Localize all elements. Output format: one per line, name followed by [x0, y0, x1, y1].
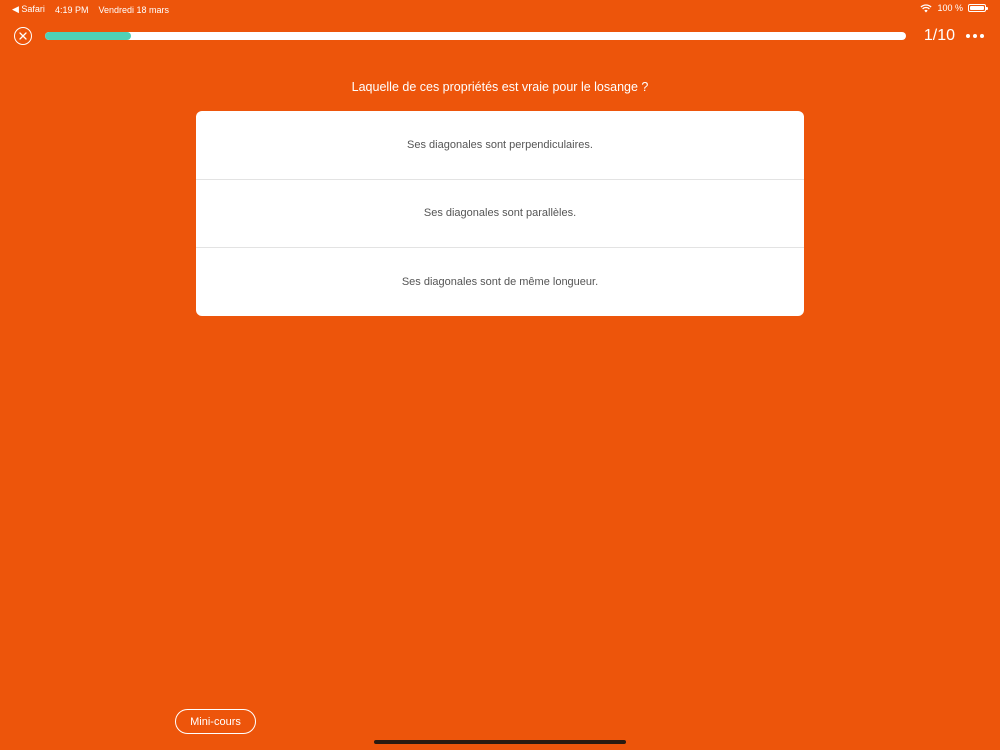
status-date: Vendredi 18 mars	[98, 4, 170, 15]
status-time: 4:19 PM	[54, 4, 89, 15]
more-icon	[980, 34, 984, 38]
answer-option[interactable]: Ses diagonales sont de même longueur.	[196, 248, 804, 316]
answer-option[interactable]: Ses diagonales sont perpendiculaires.	[196, 111, 804, 180]
progress-bar	[45, 32, 906, 40]
question-counter: 1/10	[923, 27, 955, 44]
mini-cours-button[interactable]: Mini-cours	[175, 709, 256, 734]
back-to-app-link[interactable]: ◀ Safari	[12, 4, 45, 15]
home-indicator[interactable]	[374, 740, 626, 744]
wifi-icon	[920, 3, 933, 12]
more-icon	[973, 34, 977, 38]
close-button[interactable]	[14, 27, 32, 45]
status-right: 100 %	[920, 3, 988, 13]
question-text: Laquelle de ces propriétés est vraie pou…	[351, 80, 649, 94]
battery-percent: 100 %	[937, 3, 963, 13]
answer-option[interactable]: Ses diagonales sont parallèles.	[196, 180, 804, 248]
close-icon	[19, 32, 27, 40]
more-icon	[966, 34, 970, 38]
status-left: ◀ Safari 4:19 PM Vendredi 18 mars	[12, 4, 169, 15]
status-bar: ◀ Safari 4:19 PM Vendredi 18 mars 100 %	[0, 0, 1000, 18]
answer-list: Ses diagonales sont perpendiculaires. Se…	[196, 111, 804, 316]
more-button[interactable]	[966, 34, 984, 38]
battery-icon	[968, 4, 988, 12]
progress-fill	[45, 32, 132, 40]
